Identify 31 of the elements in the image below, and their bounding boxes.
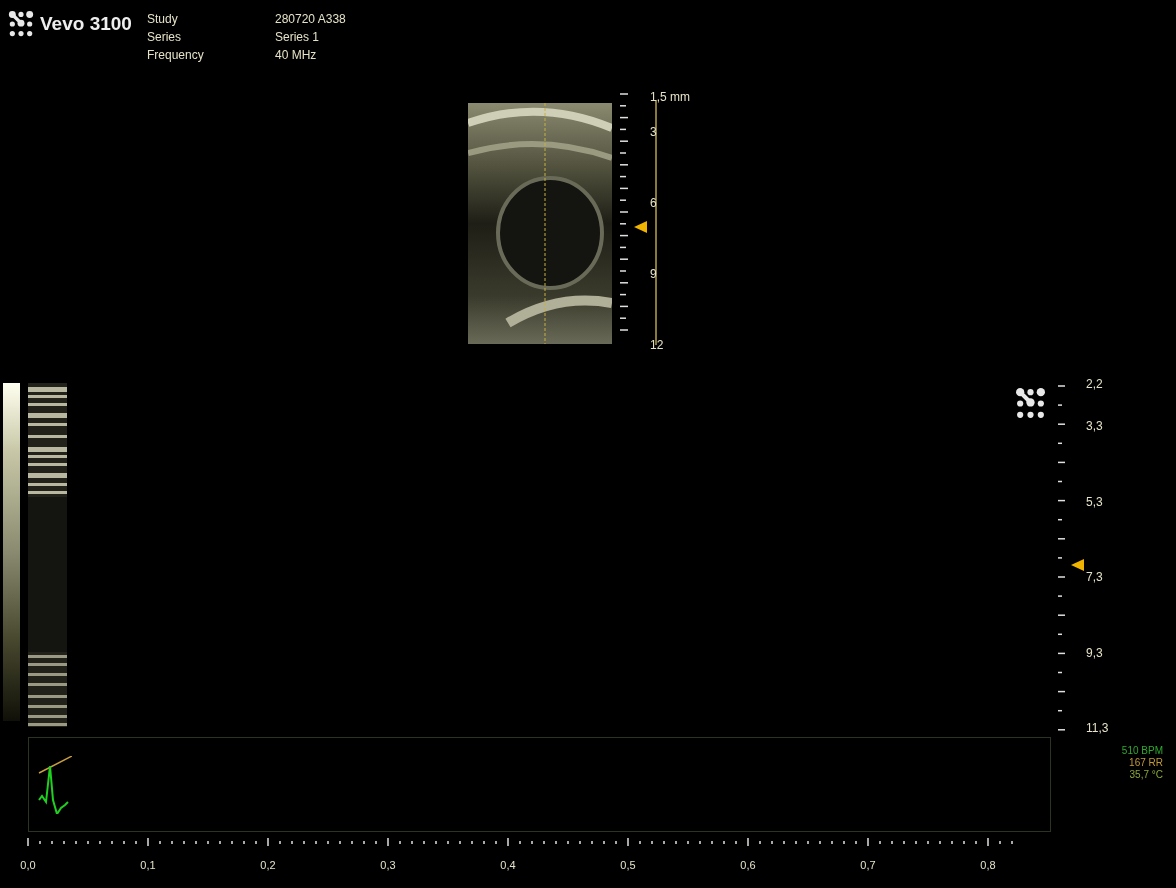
depth-label: 5,3: [1086, 494, 1103, 509]
vital-reading: 510 BPM: [1121, 745, 1163, 757]
field-label: Series: [147, 29, 182, 46]
time-label: 0,6: [740, 858, 756, 873]
time-label: 0,7: [860, 858, 876, 873]
field-value: 280720 A338: [275, 11, 346, 28]
time-label: 0,0: [20, 858, 36, 873]
vital-reading: 167 RR: [1129, 757, 1163, 769]
vital-reading: 35,7 °C: [1129, 769, 1163, 781]
depth-label: 7,3: [1086, 570, 1103, 585]
marker-triangle-icon[interactable]: [1071, 559, 1084, 571]
field-label: Frequency: [147, 47, 205, 64]
field-label: Study: [147, 11, 179, 28]
depth-label: 2,2: [1086, 377, 1103, 391]
time-label: 0,1: [140, 858, 156, 873]
dots-logo-icon: [1015, 388, 1046, 419]
field-value: Series 1: [275, 29, 321, 46]
time-label: 0,8: [980, 858, 996, 873]
time-label: 0,2: [260, 858, 276, 873]
marker-triangle-icon[interactable]: [634, 221, 647, 233]
depth-label: 12: [650, 338, 664, 352]
dots-logo-icon: [8, 11, 34, 38]
time-label: 0,4: [500, 858, 516, 873]
time-label: 0,3: [380, 858, 396, 873]
field-value: 40 MHz: [275, 47, 318, 64]
depth-label: 11,3: [1086, 721, 1109, 736]
depth-label: 9,3: [1086, 645, 1103, 660]
product-name: Vevo 3100: [40, 12, 132, 36]
depth-label: 1,5 mm: [650, 90, 690, 104]
depth-label: 3,3: [1086, 419, 1103, 433]
time-label: 0,5: [620, 858, 636, 873]
